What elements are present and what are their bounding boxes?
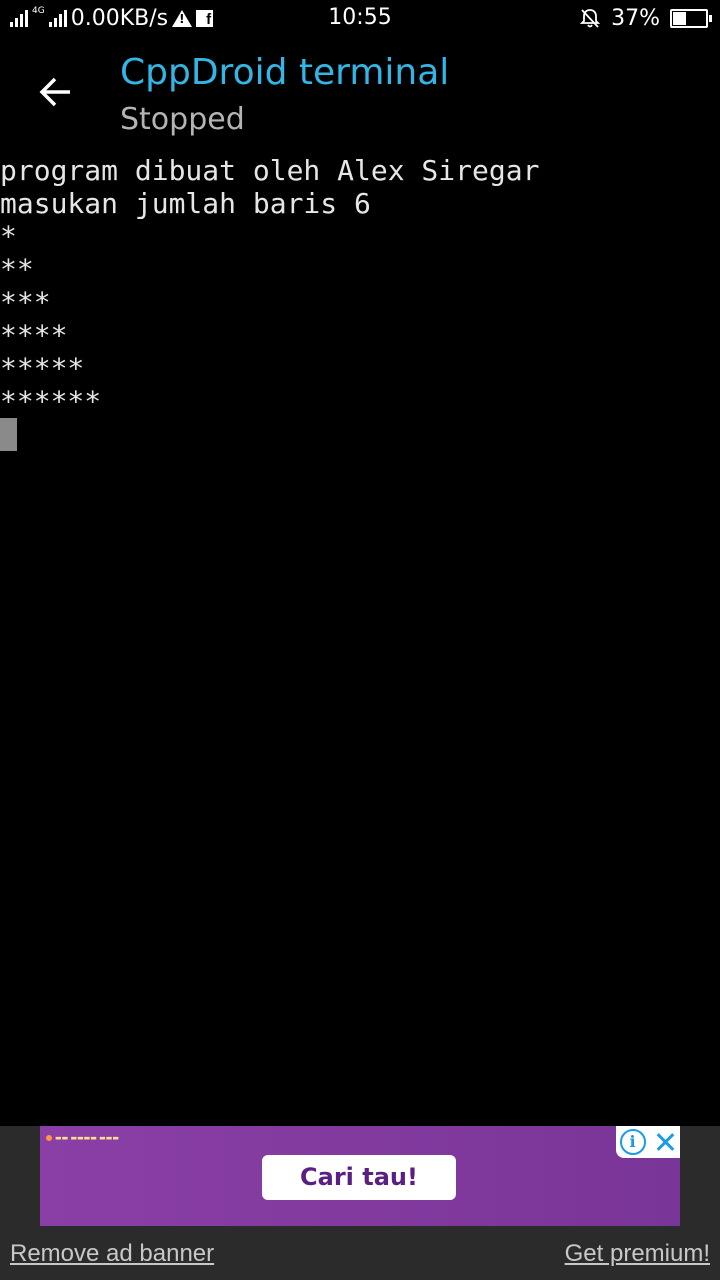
- status-right: 37%: [579, 5, 712, 31]
- terminal-line: *****: [0, 352, 85, 385]
- battery-fill: [673, 11, 686, 25]
- arrow-left-icon: [39, 77, 70, 107]
- ad-info-icon[interactable]: i: [619, 1129, 646, 1155]
- terminal-cursor[interactable]: [0, 418, 17, 451]
- get-premium-link[interactable]: Get premium!: [565, 1240, 710, 1268]
- terminal-line: *: [0, 220, 17, 253]
- terminal-line: ****: [0, 319, 68, 352]
- mute-bell-icon: [579, 9, 601, 28]
- ad-area: ▬▬ ▬▬▬▬ ▬▬▬ Cari tau! i Remove ad banner…: [0, 1126, 720, 1280]
- status-bar: 4G 0.00KB/s f 10:55 37%: [0, 0, 720, 36]
- terminal-line: program dibuat oleh Alex Siregar: [0, 154, 540, 187]
- ad-logo: ▬▬ ▬▬▬▬ ▬▬▬: [46, 1134, 119, 1142]
- terminal-line: ***: [0, 286, 51, 319]
- battery-percent: 37%: [611, 5, 660, 31]
- terminal-line: masukan jumlah baris 6: [0, 187, 371, 220]
- ad-banner[interactable]: ▬▬ ▬▬▬▬ ▬▬▬ Cari tau! i: [40, 1126, 680, 1226]
- remove-ad-link[interactable]: Remove ad banner: [10, 1240, 214, 1268]
- run-status: Stopped: [120, 102, 245, 137]
- screen: 4G 0.00KB/s f 10:55 37%: [0, 0, 720, 1280]
- back-button[interactable]: [24, 56, 88, 128]
- ad-controls: i: [616, 1126, 680, 1158]
- ad-cta-button[interactable]: Cari tau!: [262, 1155, 456, 1200]
- terminal-line: **: [0, 253, 34, 286]
- terminal-line: ******: [0, 385, 102, 418]
- page-title: CppDroid terminal: [120, 52, 450, 93]
- app-header: CppDroid terminal Stopped: [0, 36, 720, 152]
- ad-close-icon[interactable]: [653, 1130, 677, 1154]
- battery-icon: [670, 8, 712, 28]
- terminal-output[interactable]: program dibuat oleh Alex Siregar masukan…: [0, 154, 720, 1124]
